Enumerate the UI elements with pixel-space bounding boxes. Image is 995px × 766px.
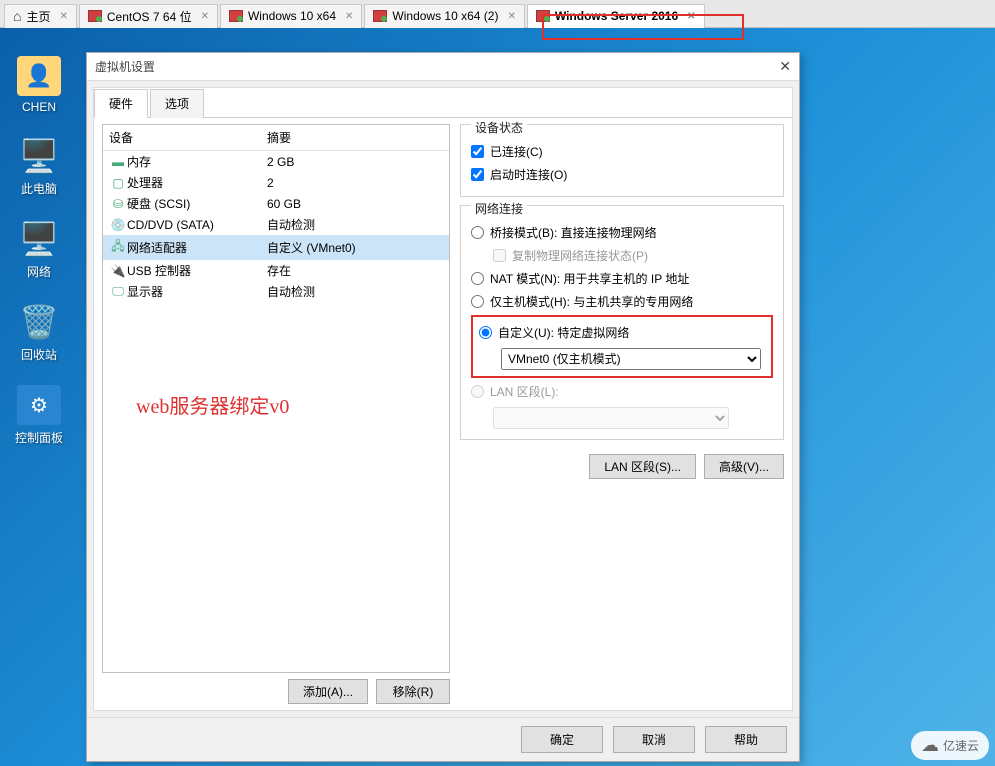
tab-hardware[interactable]: 硬件: [94, 89, 148, 118]
vm-icon: [88, 10, 102, 22]
memory-icon: ▬: [109, 155, 127, 169]
remove-device-button[interactable]: 移除(R): [376, 679, 450, 704]
replicate-checkbox: [493, 249, 506, 262]
custom-label[interactable]: 自定义(U): 特定虚拟网络: [498, 324, 629, 341]
tab-label: CentOS 7 64 位: [107, 8, 192, 25]
disk-icon: ⛁: [109, 197, 127, 211]
help-button[interactable]: 帮助: [705, 726, 787, 753]
watermark-text: 亿速云: [943, 737, 979, 754]
lan-segment-select: [493, 407, 729, 429]
custom-network-select[interactable]: VMnet0 (仅主机模式): [501, 348, 761, 370]
pc-icon: 🖥️: [17, 136, 61, 176]
device-list-header: 设备 摘要: [103, 125, 449, 151]
vmware-tabbar: ⌂ 主页 ✕ CentOS 7 64 位 ✕ Windows 10 x64 ✕ …: [0, 0, 995, 28]
usb-icon: 🔌: [109, 264, 127, 278]
nat-label[interactable]: NAT 模式(N): 用于共享主机的 IP 地址: [490, 270, 689, 287]
user-folder-icon: 👤: [17, 56, 61, 96]
bridged-label[interactable]: 桥接模式(B): 直接连接物理网络: [490, 224, 657, 241]
close-icon[interactable]: ✕: [201, 11, 209, 22]
device-row-cpu[interactable]: ▢处理器2: [103, 172, 449, 193]
dialog-title-text: 虚拟机设置: [95, 58, 155, 75]
device-row-usb[interactable]: 🔌USB 控制器存在: [103, 260, 449, 281]
desktop-icon-network[interactable]: 🖥️ 网络: [0, 219, 78, 280]
desktop-icon-pc[interactable]: 🖥️ 此电脑: [0, 136, 78, 197]
connect-poweron-checkbox[interactable]: [471, 168, 484, 181]
hostonly-radio[interactable]: [471, 295, 484, 308]
vm-icon: [229, 10, 243, 22]
device-row-disk[interactable]: ⛁硬盘 (SCSI)60 GB: [103, 193, 449, 214]
cd-icon: 💿: [109, 218, 127, 232]
settings-tabs: 硬件 选项: [94, 88, 792, 118]
nic-icon: 🖧: [109, 237, 127, 258]
dialog-footer: 确定 取消 帮助: [87, 717, 799, 761]
cancel-button[interactable]: 取消: [613, 726, 695, 753]
tab-win10[interactable]: Windows 10 x64 ✕: [220, 4, 362, 28]
add-device-button[interactable]: 添加(A)...: [288, 679, 368, 704]
dialog-titlebar: 虚拟机设置 ✕: [87, 53, 799, 81]
tab-options[interactable]: 选项: [150, 89, 204, 118]
tab-centos[interactable]: CentOS 7 64 位 ✕: [79, 4, 218, 28]
advanced-button[interactable]: 高级(V)...: [704, 454, 784, 479]
hardware-right-col: 设备状态 已连接(C) 启动时连接(O) 网络连接: [460, 124, 784, 704]
tab-winserver[interactable]: Windows Server 2016 ✕: [527, 4, 705, 28]
watermark: ☁ 亿速云: [911, 731, 989, 760]
connected-label[interactable]: 已连接(C): [490, 143, 543, 160]
lan-label: LAN 区段(L):: [490, 383, 559, 400]
device-status-legend: 设备状态: [471, 119, 527, 136]
annotation-text: web服务器绑定v0: [136, 390, 289, 419]
close-icon[interactable]: ✕: [345, 11, 353, 22]
nat-radio[interactable]: [471, 272, 484, 285]
close-icon[interactable]: ✕: [507, 11, 515, 22]
header-device: 设备: [103, 125, 261, 150]
desktop-icon-recycle[interactable]: 🗑️ 回收站: [0, 302, 78, 363]
tab-home[interactable]: ⌂ 主页 ✕: [4, 4, 77, 28]
network-connection-fieldset: 网络连接 桥接模式(B): 直接连接物理网络 复制物理网络连接状态(P): [460, 205, 784, 440]
home-icon: ⌂: [13, 8, 21, 24]
device-row-cddvd[interactable]: 💿CD/DVD (SATA)自动检测: [103, 214, 449, 235]
desktop-icon-user[interactable]: 👤 CHEN: [0, 56, 78, 114]
bridged-radio[interactable]: [471, 226, 484, 239]
controlpanel-icon: ⚙: [17, 385, 61, 425]
device-row-display[interactable]: 🖵显示器自动检测: [103, 281, 449, 302]
tab-label: Windows 10 x64: [248, 9, 336, 23]
tab-win10-2[interactable]: Windows 10 x64 (2) ✕: [364, 4, 524, 28]
desktop-icons: 👤 CHEN 🖥️ 此电脑 🖥️ 网络 🗑️ 回收站 ⚙ 控制面板: [0, 28, 88, 468]
vm-icon: [373, 10, 387, 22]
annotation-custom-highlight: 自定义(U): 特定虚拟网络 VMnet0 (仅主机模式): [471, 315, 773, 378]
network-icon: 🖥️: [17, 219, 61, 259]
device-buttons: 添加(A)... 移除(R): [102, 679, 450, 704]
hostonly-label[interactable]: 仅主机模式(H): 与主机共享的专用网络: [490, 293, 693, 310]
connect-poweron-label[interactable]: 启动时连接(O): [490, 166, 567, 183]
close-icon[interactable]: ✕: [687, 11, 695, 22]
network-legend: 网络连接: [471, 200, 527, 217]
device-row-network[interactable]: 🖧网络适配器自定义 (VMnet0): [103, 235, 449, 260]
display-icon: 🖵: [109, 284, 127, 299]
cloud-icon: ☁: [921, 735, 939, 756]
close-icon[interactable]: ✕: [59, 11, 67, 22]
ok-button[interactable]: 确定: [521, 726, 603, 753]
desktop-icon-controlpanel[interactable]: ⚙ 控制面板: [0, 385, 78, 446]
lan-radio: [471, 385, 484, 398]
cpu-icon: ▢: [109, 176, 127, 190]
vm-icon: [536, 10, 550, 22]
recycle-icon: 🗑️: [17, 302, 61, 342]
device-row-memory[interactable]: ▬内存2 GB: [103, 151, 449, 172]
tab-label: 主页: [26, 8, 50, 25]
device-status-fieldset: 设备状态 已连接(C) 启动时连接(O): [460, 124, 784, 197]
connected-checkbox[interactable]: [471, 145, 484, 158]
network-extra-buttons: LAN 区段(S)... 高级(V)...: [460, 454, 784, 479]
tab-label: Windows 10 x64 (2): [392, 9, 498, 23]
dialog-close-button[interactable]: ✕: [779, 58, 791, 75]
header-summary: 摘要: [261, 125, 449, 150]
lan-segments-button[interactable]: LAN 区段(S)...: [589, 454, 696, 479]
tab-label: Windows Server 2016: [555, 9, 678, 23]
replicate-label: 复制物理网络连接状态(P): [512, 247, 648, 264]
custom-radio[interactable]: [479, 326, 492, 339]
